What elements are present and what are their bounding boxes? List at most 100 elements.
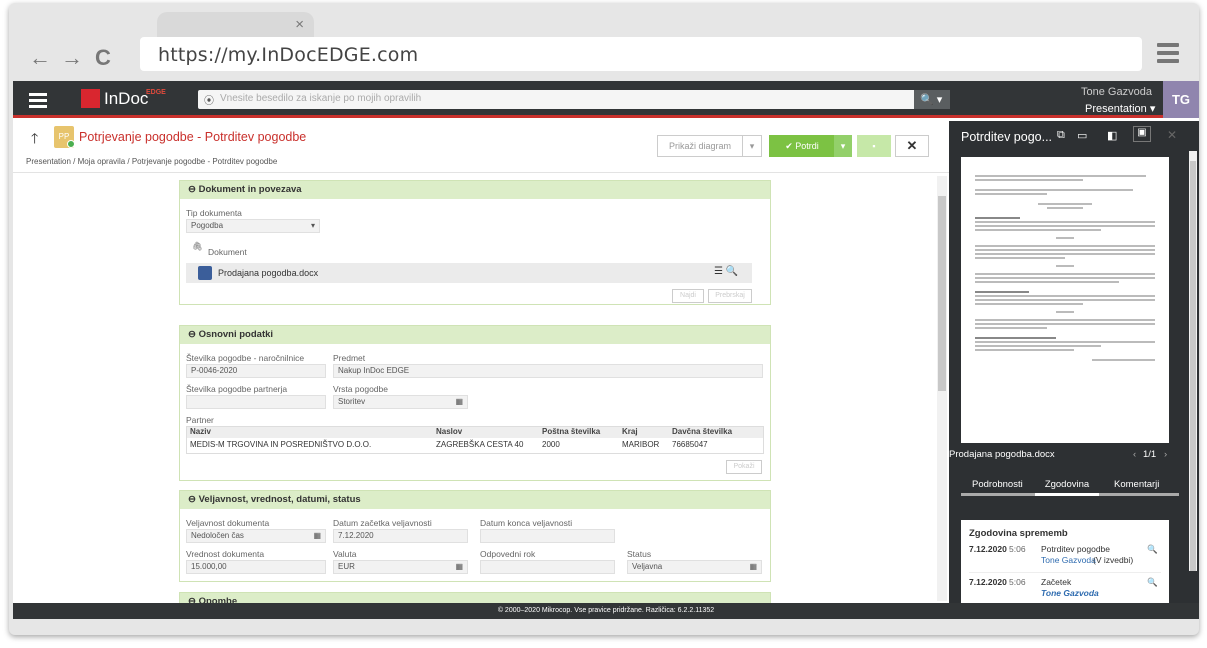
- value-field[interactable]: 15.000,00: [186, 560, 326, 574]
- preview-doc-name: Prodajana pogodba.docx: [949, 449, 1055, 460]
- history-date: 7.12.2020: [969, 544, 1007, 554]
- tab-bar: Podrobnosti Zgodovina Komentarji: [961, 476, 1179, 496]
- partner-no-label: Številka pogodbe partnerja: [186, 384, 288, 394]
- history-time: 5:06: [1009, 577, 1026, 587]
- layout-full-icon[interactable]: ▭: [1077, 129, 1087, 142]
- deadline-field[interactable]: [480, 560, 615, 574]
- page-next-icon[interactable]: ›: [1164, 449, 1167, 460]
- show-button[interactable]: Pokaži: [726, 460, 762, 474]
- up-arrow-icon[interactable]: 🡑: [31, 128, 38, 152]
- doc-actions-icon[interactable]: ☰ 🔍: [714, 266, 738, 277]
- scrollbar[interactable]: [937, 176, 947, 601]
- avatar[interactable]: TG: [1163, 81, 1199, 118]
- search-input[interactable]: Vnesite besedilo za iskanje po mojih opr…: [198, 90, 950, 109]
- confirm-dropdown-icon[interactable]: ▾: [834, 135, 852, 157]
- tab-details[interactable]: Podrobnosti: [972, 479, 1023, 490]
- search-options-icon[interactable]: ⦿: [204, 92, 214, 107]
- validity-label: Veljavnost dokumenta: [186, 518, 270, 528]
- panel-title: Veljavnost, vrednost, datumi, status: [198, 494, 361, 505]
- end-field[interactable]: [480, 529, 615, 543]
- breadcrumb[interactable]: Presentation / Moja opravila / Potrjevan…: [26, 157, 277, 166]
- doc-name[interactable]: Prodajana pogodba.docx: [218, 268, 318, 278]
- history-panel: Zgodovina sprememb 7.12.2020 5:06 Potrdi…: [961, 520, 1169, 604]
- col-header: Naslov: [436, 427, 463, 436]
- history-time: 5:06: [1009, 544, 1026, 554]
- forward-icon[interactable]: →: [61, 45, 83, 71]
- logo-icon: [81, 89, 100, 108]
- table-header: Naziv Naslov Poštna številka Kraj Davčna…: [187, 427, 763, 438]
- validity-panel: ⊖ Veljavnost, vrednost, datumi, status V…: [179, 490, 771, 582]
- doc-type-select[interactable]: Pogodba ▾: [186, 219, 320, 233]
- history-search-icon[interactable]: 🔍: [1147, 577, 1158, 588]
- currency-field[interactable]: EUR ▦: [333, 560, 468, 574]
- history-action: Začetek: [1041, 577, 1072, 587]
- calendar-icon[interactable]: ▦: [455, 562, 463, 571]
- close-icon[interactable]: ✕: [895, 135, 929, 157]
- cell: 2000: [542, 440, 560, 449]
- save-icon[interactable]: ▪: [857, 135, 891, 157]
- search-button[interactable]: 🔍 ▾: [914, 90, 950, 109]
- status-field[interactable]: Veljavna ▦: [627, 560, 762, 574]
- page-prev-icon[interactable]: ‹: [1133, 449, 1136, 460]
- top-bar: InDoc EDGE Vnesite besedilo za iskanje p…: [13, 81, 1199, 118]
- diagram-dropdown-icon[interactable]: ▾: [742, 135, 762, 157]
- history-date: 7.12.2020: [969, 577, 1007, 587]
- task-header: 🡑 PP Potrjevanje pogodbe - Potrditev pog…: [13, 121, 949, 173]
- cell: MEDIS-M TRGOVINA IN POSREDNIŠTVO D.O.O.: [190, 440, 372, 449]
- start-field[interactable]: 7.12.2020: [333, 529, 468, 543]
- page-title: Potrjevanje pogodbe - Potrditev pogodbe: [79, 130, 307, 144]
- confirm-button[interactable]: ✔ Potrdi: [769, 135, 835, 157]
- col-header: Naziv: [190, 427, 211, 436]
- cell: 76685047: [672, 440, 708, 449]
- start-label: Datum začetka veljavnosti: [333, 518, 432, 528]
- partner-no-field[interactable]: [186, 395, 326, 409]
- back-icon[interactable]: ←: [29, 45, 51, 71]
- find-button[interactable]: Najdi: [672, 289, 704, 303]
- calendar-icon[interactable]: ▦: [313, 531, 321, 540]
- footer: © 2000–2020 Mikrocop. Vse pravice pridrž…: [13, 603, 1199, 619]
- preview-sidebar: Potrditev pogo... ⧉ ▭ ◧ ▣ ✕ Prodajana po…: [949, 121, 1199, 604]
- sidebar-close-icon[interactable]: ✕: [1167, 128, 1177, 142]
- doc-label: Dokument: [208, 247, 247, 257]
- environment-select[interactable]: Presentation ▾: [1085, 102, 1155, 115]
- calendar-icon[interactable]: ▦: [455, 397, 463, 406]
- user-name[interactable]: Tone Gazvoda: [1081, 86, 1152, 98]
- contract-no-field[interactable]: P-0046-2020: [186, 364, 326, 378]
- panel-header[interactable]: ⊖ Veljavnost, vrednost, datumi, status: [180, 491, 770, 509]
- layout-half-icon[interactable]: ◧: [1107, 129, 1117, 142]
- deadline-label: Odpovedni rok: [480, 549, 536, 559]
- value-label: Vrednost dokumenta: [186, 549, 265, 559]
- table-row[interactable]: MEDIS-M TRGOVINA IN POSREDNIŠTVO D.O.O. …: [187, 438, 763, 452]
- browser-tab[interactable]: ×: [157, 12, 314, 40]
- partner-table: Naziv Naslov Poštna številka Kraj Davčna…: [186, 426, 764, 454]
- validity-field[interactable]: Nedoločen čas ▦: [186, 529, 326, 543]
- panel-header[interactable]: ⊖ Osnovni podatki: [180, 326, 770, 344]
- history-search-icon[interactable]: 🔍: [1147, 544, 1158, 555]
- document-preview[interactable]: [961, 157, 1169, 443]
- open-external-icon[interactable]: ⧉: [1057, 129, 1065, 142]
- browser-window: × ← → C https://my.InDocEDGE.com InDoc E…: [9, 3, 1199, 635]
- tab-close-icon[interactable]: ×: [295, 16, 304, 33]
- browse-button[interactable]: Prebrskaj: [708, 289, 752, 303]
- menu-icon[interactable]: [29, 93, 47, 111]
- type-field[interactable]: Storitev ▦: [333, 395, 468, 409]
- layout-side-icon[interactable]: ▣: [1133, 126, 1151, 142]
- history-user[interactable]: Tone Gazvoda: [1041, 588, 1099, 598]
- reload-icon[interactable]: C: [95, 45, 111, 71]
- history-user[interactable]: Tone Gazvoda: [1041, 555, 1096, 565]
- subject-field[interactable]: Nakup InDoc EDGE: [333, 364, 763, 378]
- sidebar-scrollbar[interactable]: [1189, 151, 1197, 571]
- scrollbar-thumb[interactable]: [938, 196, 946, 391]
- calendar-icon[interactable]: ▦: [749, 562, 757, 571]
- browser-menu-icon[interactable]: [1157, 43, 1179, 63]
- show-diagram-button[interactable]: Prikaži diagram: [657, 135, 743, 157]
- tab-history[interactable]: Zgodovina: [1035, 476, 1099, 496]
- panel-header[interactable]: ⊖ Dokument in povezava: [180, 181, 770, 199]
- tab-comments[interactable]: Komentarji: [1114, 479, 1159, 490]
- history-extra: (V izvedbi): [1093, 555, 1134, 565]
- url-bar[interactable]: https://my.InDocEDGE.com: [140, 37, 1142, 71]
- cell: ZAGREBŠKA CESTA 40: [436, 440, 524, 449]
- document-row[interactable]: Prodajana pogodba.docx ☰ 🔍: [186, 263, 752, 283]
- subject-label: Predmet: [333, 353, 366, 363]
- form-content: ⊖ Dokument in povezava Tip dokumenta Pog…: [13, 174, 949, 604]
